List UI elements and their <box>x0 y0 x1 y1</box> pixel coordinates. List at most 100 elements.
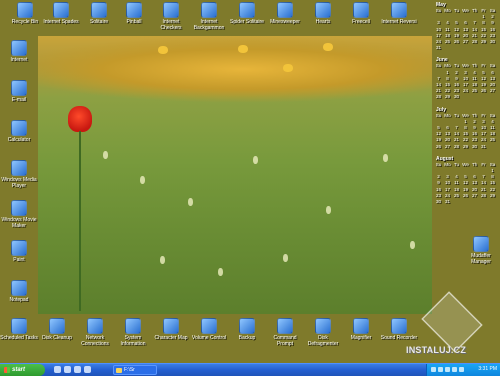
calendar-day <box>488 94 497 100</box>
calendar-day <box>452 199 461 205</box>
icon-label: Disk Defragmenter <box>307 335 339 347</box>
desktop-icon-recycle-bin[interactable]: Recycle Bin <box>6 2 44 25</box>
disk-cleanup-icon <box>49 318 65 334</box>
icon-label: Internet Reversi <box>381 19 417 25</box>
calendar-day <box>488 144 497 150</box>
tulip-bud <box>140 176 145 184</box>
desktop-icon-disk-defragmenter[interactable]: Disk Defragmenter <box>304 318 342 347</box>
calendar-days: 1 2 3 4 5 6 7 8 9 10 11 12 13 14 15 16 17 18 19 20 21 22 23 24 2… <box>434 70 498 101</box>
task-button[interactable]: F:\Sr <box>113 365 157 375</box>
desktop-icon-email[interactable]: E-mail <box>0 80 38 103</box>
calendar-day <box>488 199 497 205</box>
yellow-tulip <box>238 45 248 53</box>
icon-label: Windows Media Player <box>1 177 37 189</box>
desktop-icon-scheduled-tasks[interactable]: Scheduled Tasks <box>0 318 38 341</box>
movie-maker-icon <box>11 200 27 216</box>
calendar-day <box>479 199 488 205</box>
desktop-icon-windows-movie-maker[interactable]: Windows Movie Maker <box>0 200 38 229</box>
volume-icon <box>201 318 217 334</box>
sound-recorder-icon <box>391 318 407 334</box>
desktop-icon-spider-solitaire[interactable]: Spider Solitaire <box>228 2 266 25</box>
email-icon <box>11 80 27 96</box>
quick-launch-folder-icon[interactable] <box>84 366 91 373</box>
desktop-icon-notepad[interactable]: Notepad <box>0 280 38 303</box>
desktop-icon-sound-recorder[interactable]: Sound Recorder <box>380 318 418 341</box>
desktop-icon-minesweeper[interactable]: Minesweeper <box>266 2 304 25</box>
tray-icon[interactable] <box>438 367 443 372</box>
tray-icon[interactable] <box>431 367 436 372</box>
icon-label: Sound Recorder <box>380 335 418 341</box>
tray-icon[interactable] <box>445 367 450 372</box>
calendar-day <box>479 45 488 51</box>
tray-icon[interactable] <box>459 367 464 372</box>
desktop-icon-network-connections[interactable]: Network Connections <box>76 318 114 347</box>
desktop-icon-backup[interactable]: Backup <box>228 318 266 341</box>
calendar-day: 31 <box>480 143 487 149</box>
calendar-day: 26 <box>435 143 442 149</box>
desktop-icon-internet-checkers[interactable]: Internet Checkers <box>152 2 190 31</box>
calendar-day <box>470 94 479 100</box>
calendar-month-may: May Su Mo Tu We Th Fr Sa 1 2 3 4 5 6 7 8 9 10 11 12… <box>434 2 498 51</box>
desktop-icon-freecell[interactable]: Freecell <box>342 2 380 25</box>
magnifier-icon <box>353 318 369 334</box>
desktop-icon-pinball[interactable]: Pinball <box>115 2 153 25</box>
icon-label: Minesweeper <box>270 19 300 25</box>
checkers-icon <box>163 2 179 18</box>
desktop-icon-internet-reversi[interactable]: Internet Reversi <box>380 2 418 25</box>
desktop-icon-magnifier[interactable]: Magnifier <box>342 318 380 341</box>
start-button[interactable]: start <box>0 364 45 376</box>
windows-logo-icon <box>4 367 10 373</box>
manager-icon <box>473 236 489 252</box>
tulip-bud <box>283 254 288 262</box>
calendar-day <box>443 45 452 51</box>
desktop-icon-internet[interactable]: Internet <box>0 40 38 63</box>
freecell-icon <box>353 2 369 18</box>
calendar-day <box>470 45 479 51</box>
icon-label: Command Prompt <box>273 335 297 347</box>
calendar-day: 30 <box>453 94 460 100</box>
calendar-day: 28 <box>435 94 442 100</box>
tulip-bud <box>218 268 223 276</box>
calendar-day: 29 <box>444 94 451 100</box>
clock[interactable]: 3:31 PM <box>478 366 497 372</box>
icon-label: Disk Cleanup <box>42 335 72 341</box>
recycle-bin-icon <box>17 2 33 18</box>
icon-label: Magnifier <box>350 335 372 341</box>
tulip-bud <box>383 154 388 162</box>
tulip-stem <box>79 131 81 311</box>
quick-launch-ie-icon[interactable] <box>54 366 61 373</box>
icon-label: Internet <box>10 57 28 63</box>
icon-label: Scheduled Tasks <box>0 335 38 341</box>
icon-label: Backup <box>238 335 256 341</box>
icon-label: Calculator <box>7 137 31 143</box>
notepad-icon <box>11 280 27 296</box>
desktop-icon-hearts[interactable]: Hearts <box>304 2 342 25</box>
tulip-bud <box>253 156 258 164</box>
tulip-bud <box>326 206 331 214</box>
network-icon <box>87 318 103 334</box>
icon-label: Network Connections <box>81 335 109 347</box>
quick-launch-show-desktop-icon[interactable] <box>74 366 81 373</box>
desktop-icon-character-map[interactable]: Character Map <box>152 318 190 341</box>
desktop-icon-solitaire[interactable]: Solitaire <box>80 2 118 25</box>
desktop-icon-volume-control[interactable]: Volume Control <box>190 318 228 341</box>
icon-label: Paint <box>13 257 25 263</box>
icon-label: Hearts <box>315 19 331 25</box>
desktop-icon-system-information[interactable]: System Information <box>114 318 152 347</box>
desktop-icon-command-prompt[interactable]: Command Prompt <box>266 318 304 347</box>
desktop-icon-mudaffer-manager[interactable]: Mudaffer Manager <box>462 236 500 265</box>
desktop-icon-internet-backgammon[interactable]: Internet Backgammon <box>190 2 228 31</box>
desktop-icon-internet-spades[interactable]: Internet Spades <box>42 2 80 25</box>
quick-launch-media-icon[interactable] <box>64 366 71 373</box>
desktop-icon-paint[interactable]: Paint <box>0 240 38 263</box>
desktop-icon-calculator[interactable]: Calculator <box>0 120 38 143</box>
scheduled-tasks-icon <box>11 318 27 334</box>
pinball-icon <box>126 2 142 18</box>
tray-icon[interactable] <box>452 367 457 372</box>
calendar-day: 30 <box>435 199 442 205</box>
calendar-day <box>461 199 470 205</box>
desktop-icon-windows-media-player[interactable]: Windows Media Player <box>0 160 38 189</box>
desktop-icon-disk-cleanup[interactable]: Disk Cleanup <box>38 318 76 341</box>
calculator-icon <box>11 120 27 136</box>
icon-label: Windows Movie Maker <box>1 217 37 229</box>
